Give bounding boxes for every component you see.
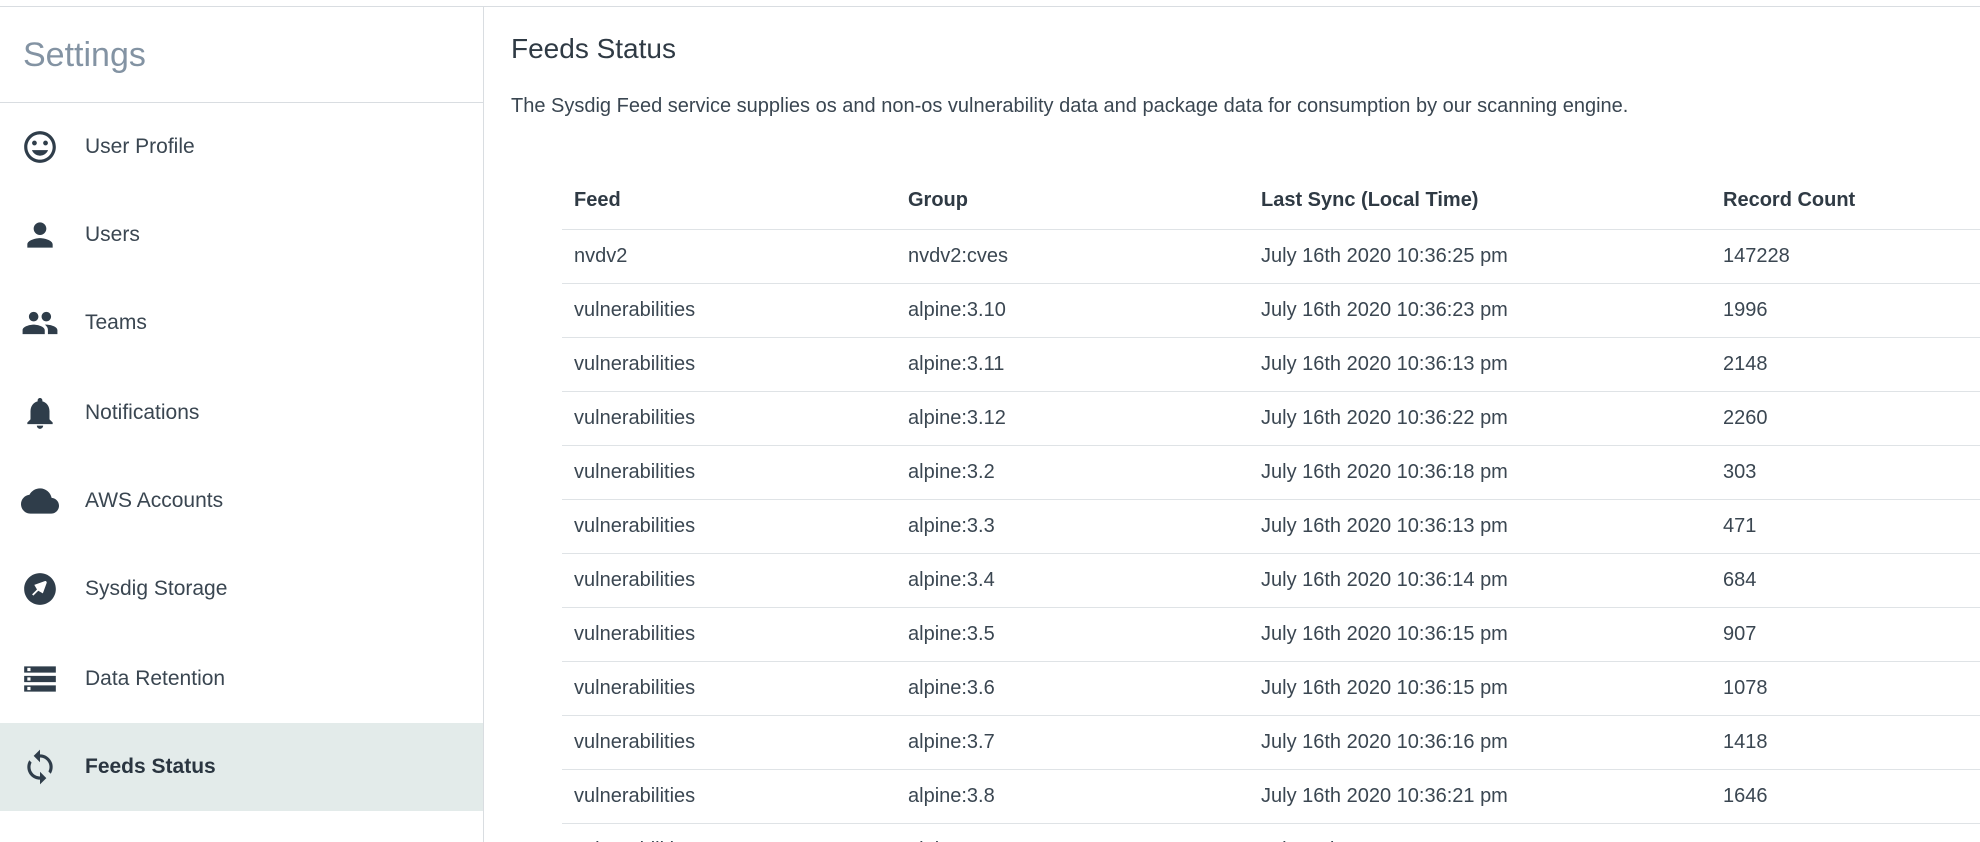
group-cell: alpine:3.11 [896,337,1249,392]
feed-cell: vulnerabilities [562,445,896,500]
column-header-last-sync[interactable]: Last Sync (Local Time) [1249,173,1711,230]
column-header-record-count[interactable]: Record Count [1711,173,1980,230]
table-row: vulnerabilities alpine:3.3 July 16th 202… [562,499,1980,554]
sidebar-item-users[interactable]: Users [0,191,483,279]
column-header-group[interactable]: Group [896,173,1249,230]
last-sync-cell: July 16th 2020 10:36:13 pm [1249,499,1711,554]
last-sync-cell: July 16th 2020 10:36:18 pm [1249,445,1711,500]
sidebar-item-label: Sysdig Storage [85,577,228,600]
sidebar-item-user-profile[interactable]: User Profile [0,103,483,191]
table-row: vulnerabilities alpine:3.5 July 16th 202… [562,607,1980,662]
group-cell: alpine:3.3 [896,499,1249,554]
record-count-cell: 471 [1711,499,1980,554]
group-cell: alpine:3.2 [896,445,1249,500]
sidebar-item-label: User Profile [85,135,195,158]
record-count-cell: 2148 [1711,337,1980,392]
smiley-face-icon [21,128,59,166]
storage-icon [21,570,59,608]
bell-icon [21,394,59,432]
group-cell: alpine:3.5 [896,607,1249,662]
sync-icon [21,748,59,786]
table-row: vulnerabilities alpine:3.7 July 16th 202… [562,715,1980,770]
feed-cell: vulnerabilities [562,499,896,554]
table-row: vulnerabilities alpine:3.12 July 16th 20… [562,391,1980,446]
group-cell: alpine:3.9 [896,823,1249,842]
group-cell: alpine:3.8 [896,769,1249,824]
last-sync-cell: July 16th 2020 10:36:15 pm [1249,661,1711,716]
group-cell: alpine:3.7 [896,715,1249,770]
last-sync-cell: July 16th 2020 10:36:13 pm [1249,337,1711,392]
page-description: The Sysdig Feed service supplies os and … [511,95,1629,117]
record-count-cell: 684 [1711,553,1980,608]
table-row: vulnerabilities alpine:3.4 July 16th 202… [562,553,1980,608]
record-count-cell: 1646 [1711,769,1980,824]
feed-cell: vulnerabilities [562,607,896,662]
feed-cell: vulnerabilities [562,391,896,446]
cloud-icon [21,482,59,520]
column-header-feed[interactable]: Feed [562,173,896,230]
group-cell: alpine:3.6 [896,661,1249,716]
page-title: Feeds Status [511,33,676,64]
feed-cell: vulnerabilities [562,337,896,392]
sidebar-item-teams[interactable]: Teams [0,279,483,367]
group-cell: nvdv2:cves [896,229,1249,284]
last-sync-cell: July 16th 2020 10:36:21 pm [1249,769,1711,824]
table-row: vulnerabilities alpine:3.6 July 16th 202… [562,661,1980,716]
table-row: vulnerabilities alpine:3.11 July 16th 20… [562,337,1980,392]
sidebar-item-sysdig-storage[interactable]: Sysdig Storage [0,545,483,633]
last-sync-cell: July 16th 2020 10:36:22 pm [1249,391,1711,446]
feed-cell: vulnerabilities [562,769,896,824]
record-count-cell: 1078 [1711,661,1980,716]
table-row: nvdv2 nvdv2:cves July 16th 2020 10:36:25… [562,229,1980,284]
people-icon [21,304,59,342]
sidebar-item-label: Notifications [85,401,200,424]
last-sync-cell: July 16th 2020 10:36:14 pm [1249,553,1711,608]
last-sync-cell: July 16th 2020 10:36:14 pm [1249,823,1711,842]
feeds-status-panel: Feeds Status The Sysdig Feed service sup… [485,7,1980,842]
sidebar-item-label: Teams [85,311,147,334]
last-sync-cell: July 16th 2020 10:36:15 pm [1249,607,1711,662]
last-sync-cell: July 16th 2020 10:36:23 pm [1249,283,1711,338]
sidebar-item-feeds-status[interactable]: Feeds Status [0,723,483,811]
group-cell: alpine:3.4 [896,553,1249,608]
feed-cell: nvdv2 [562,229,896,284]
feeds-table: Feed Group Last Sync (Local Time) Record… [562,173,1980,842]
record-count-cell: 147228 [1711,229,1980,284]
sidebar-item-notifications[interactable]: Notifications [0,369,483,457]
record-count-cell: 303 [1711,445,1980,500]
record-count-cell: 2260 [1711,391,1980,446]
feed-cell: vulnerabilities [562,715,896,770]
settings-sidebar: Settings User Profile Users Teams Notifi… [0,7,484,842]
feed-cell: vulnerabilities [562,661,896,716]
record-count-cell: 1807 [1711,823,1980,842]
last-sync-cell: July 16th 2020 10:36:25 pm [1249,229,1711,284]
table-row: vulnerabilities alpine:3.2 July 16th 202… [562,445,1980,500]
sidebar-item-label: AWS Accounts [85,489,224,512]
sidebar-item-label: Users [85,223,140,246]
person-icon [21,216,59,254]
record-count-cell: 907 [1711,607,1980,662]
record-count-cell: 1418 [1711,715,1980,770]
table-row: vulnerabilities alpine:3.9 July 16th 202… [562,823,1980,842]
table-header-row: Feed Group Last Sync (Local Time) Record… [562,173,1980,230]
sidebar-item-aws-accounts[interactable]: AWS Accounts [0,457,483,545]
table-row: vulnerabilities alpine:3.8 July 16th 202… [562,769,1980,824]
group-cell: alpine:3.10 [896,283,1249,338]
group-cell: alpine:3.12 [896,391,1249,446]
sidebar-item-data-retention[interactable]: Data Retention [0,635,483,723]
table-row: vulnerabilities alpine:3.10 July 16th 20… [562,283,1980,338]
record-count-cell: 1996 [1711,283,1980,338]
feed-cell: vulnerabilities [562,823,896,842]
sidebar-item-label: Data Retention [85,667,226,690]
top-bar [0,0,1980,7]
feed-cell: vulnerabilities [562,283,896,338]
sidebar-item-label: Feeds Status [85,755,216,778]
last-sync-cell: July 16th 2020 10:36:16 pm [1249,715,1711,770]
feed-cell: vulnerabilities [562,553,896,608]
list-storage-icon [21,660,59,698]
sidebar-title: Settings [0,7,483,103]
